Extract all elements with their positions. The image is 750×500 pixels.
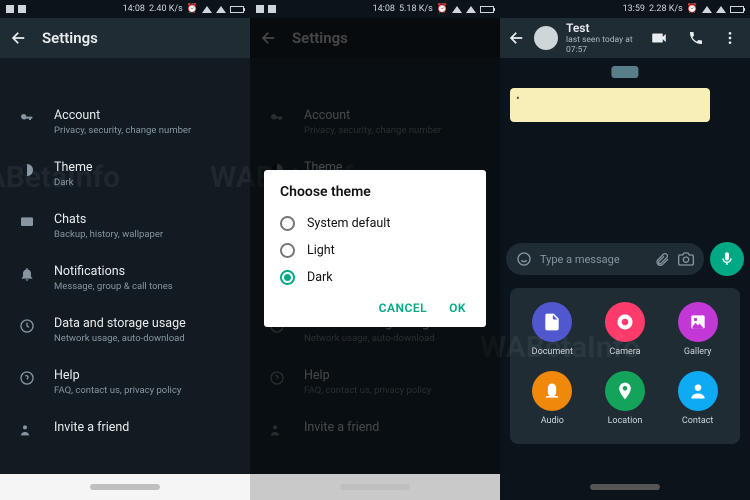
attach-label: Gallery — [684, 347, 712, 357]
emoji-icon[interactable] — [516, 251, 532, 267]
attach-label: Contact — [682, 416, 713, 426]
theme-option-light[interactable]: Light — [280, 237, 470, 264]
more-icon[interactable] — [718, 30, 742, 46]
attach-contact[interactable]: Contact — [678, 371, 718, 426]
cancel-button[interactable]: CANCEL — [379, 301, 427, 315]
invite-icon — [18, 420, 36, 438]
settings-item-subtitle: Dark — [54, 177, 93, 188]
status-bar: 14:08 5.18 K/s ⏰ — [250, 0, 500, 18]
page-title: Settings — [42, 29, 98, 47]
settings-item-title: Theme — [54, 160, 93, 175]
settings-item-chats[interactable]: Chats Backup, history, wallpaper — [0, 202, 250, 254]
attach-icon[interactable] — [654, 251, 670, 267]
status-time: 13:59 — [623, 4, 645, 14]
chat-title-block[interactable]: Test last seen today at 07:57 — [566, 21, 636, 55]
chat-toolbar: Test last seen today at 07:57 — [500, 18, 750, 58]
back-icon[interactable] — [10, 29, 28, 47]
mic-button[interactable] — [710, 242, 744, 276]
settings-list: Account Privacy, security, change number… — [0, 58, 250, 452]
radio-label: System default — [307, 216, 390, 231]
help-icon — [18, 368, 36, 386]
settings-item-theme[interactable]: Theme Dark — [0, 150, 250, 202]
composer: Type a message — [500, 238, 750, 280]
theme-option-system-default[interactable]: System default — [280, 210, 470, 237]
key-icon — [18, 108, 36, 126]
message-bubble[interactable]: • — [510, 88, 710, 122]
settings-item-subtitle: FAQ, contact us, privacy policy — [54, 385, 181, 396]
radio-icon — [280, 243, 295, 258]
document-icon — [532, 302, 572, 342]
settings-item-title: Invite a friend — [54, 420, 129, 435]
radio-label: Dark — [307, 270, 333, 285]
settings-item-title: Chats — [54, 212, 163, 227]
last-seen: last seen today at 07:57 — [566, 35, 636, 55]
settings-item-subtitle: Backup, history, wallpaper — [54, 229, 163, 240]
audio-icon — [532, 371, 572, 411]
settings-item-account[interactable]: Account Privacy, security, change number — [0, 98, 250, 150]
voice-call-icon[interactable] — [682, 30, 710, 46]
input-placeholder: Type a message — [540, 253, 646, 266]
settings-item-title: Help — [54, 368, 181, 383]
status-time: 14:08 — [373, 4, 395, 14]
attach-audio[interactable]: Audio — [532, 371, 572, 426]
radio-icon — [280, 270, 295, 285]
settings-item-title: Data and storage usage — [54, 316, 186, 331]
screenshot-chat: 13:59 2.28 K/s ⏰ Test last seen today at… — [500, 0, 750, 500]
camera-icon[interactable] — [678, 251, 694, 267]
gallery-icon — [678, 302, 718, 342]
settings-item-help[interactable]: Help FAQ, contact us, privacy policy — [0, 358, 250, 410]
toolbar: Settings — [0, 18, 250, 58]
settings-item-title: Account — [54, 108, 191, 123]
status-rate: 2.28 K/s — [649, 4, 683, 14]
attach-location[interactable]: Location — [605, 371, 645, 426]
attach-label: Camera — [609, 347, 640, 357]
status-bar: 14:08 2.40 K/s ⏰ — [0, 0, 250, 18]
attach-camera[interactable]: Camera — [605, 302, 645, 357]
avatar[interactable] — [534, 26, 558, 50]
settings-item-subtitle: Message, group & call tones — [54, 281, 173, 292]
attachment-panel: Document Camera Gallery Audio Location C… — [510, 288, 740, 444]
status-rate: 2.40 K/s — [149, 4, 183, 14]
choose-theme-dialog: Choose theme System default Light Dark C… — [264, 170, 486, 327]
theme-option-dark[interactable]: Dark — [280, 264, 470, 291]
attach-document[interactable]: Document — [532, 302, 573, 357]
android-nav-bar — [0, 474, 250, 500]
android-nav-bar — [500, 474, 750, 500]
contact-icon — [678, 371, 718, 411]
status-time: 14:08 — [123, 4, 145, 14]
settings-item-invite-a-friend[interactable]: Invite a friend — [0, 410, 250, 452]
radio-label: Light — [307, 243, 335, 258]
video-call-icon[interactable] — [644, 29, 674, 47]
message-input[interactable]: Type a message — [506, 243, 704, 275]
camera-icon — [605, 302, 645, 342]
contact-name: Test — [566, 21, 636, 35]
radio-icon — [280, 216, 295, 231]
chat-body: • — [500, 58, 750, 238]
settings-item-title: Notifications — [54, 264, 173, 279]
bell-icon — [18, 264, 36, 282]
attach-label: Audio — [541, 416, 564, 426]
back-icon[interactable] — [508, 29, 526, 47]
settings-item-notifications[interactable]: Notifications Message, group & call tone… — [0, 254, 250, 306]
attach-label: Location — [608, 416, 643, 426]
android-nav-bar — [250, 474, 500, 500]
settings-item-subtitle: Network usage, auto-download — [54, 333, 186, 344]
chat-icon — [18, 212, 36, 230]
ok-button[interactable]: OK — [449, 301, 466, 315]
settings-item-subtitle: Privacy, security, change number — [54, 125, 191, 136]
status-rate: 5.18 K/s — [399, 4, 433, 14]
status-bar: 13:59 2.28 K/s ⏰ — [500, 0, 750, 18]
attach-gallery[interactable]: Gallery — [678, 302, 718, 357]
location-icon — [605, 371, 645, 411]
date-pill — [611, 66, 638, 78]
screenshot-theme-dialog: 14:08 5.18 K/s ⏰ Settings Account Privac… — [250, 0, 500, 500]
screenshot-settings: 14:08 2.40 K/s ⏰ Settings Account Privac… — [0, 0, 250, 500]
attach-label: Document — [532, 347, 573, 357]
settings-item-data-and-storage-usage[interactable]: Data and storage usage Network usage, au… — [0, 306, 250, 358]
data-icon — [18, 316, 36, 334]
theme-icon — [18, 160, 36, 178]
dialog-title: Choose theme — [280, 184, 470, 200]
